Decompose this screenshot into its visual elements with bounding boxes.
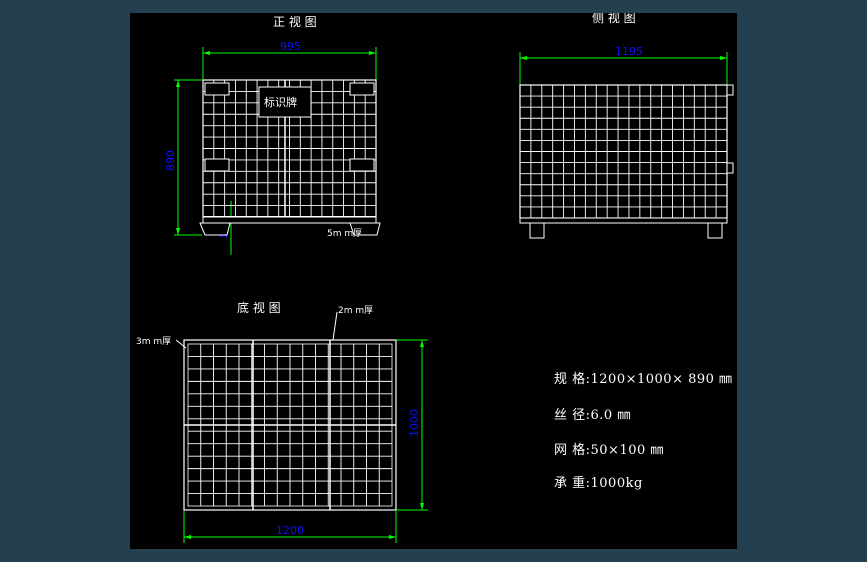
front-view-title: 正 视 图 [273, 14, 317, 29]
front-thickness-note: 5m m厚 [327, 228, 362, 239]
bottom-view-title: 底 视 图 [237, 300, 281, 315]
side-view: 侧 视 图 1195 [519, 10, 734, 239]
bottom-height-dim: 1000 [408, 409, 421, 437]
label-plate-text: 标识牌 [264, 95, 297, 109]
side-width-dim: 1195 [615, 45, 643, 58]
drawing-canvas: 正 视 图 995 890 100 标识牌 5m m厚 [130, 10, 737, 549]
front-width-dim: 995 [280, 40, 301, 53]
bottom-view: 底 视 图 3m m厚 2m m厚 1200 1000 [136, 300, 428, 543]
spec-size: 规 格:1200×1000× 890 ㎜ [554, 372, 733, 387]
bottom-thickness-left: 3m m厚 [136, 336, 171, 347]
spec-load: 承 重:1000kg [554, 476, 643, 491]
side-view-title: 侧 视 图 [592, 13, 636, 25]
front-view: 正 视 图 995 890 100 标识牌 5m m厚 [164, 14, 381, 255]
spec-mesh: 网 格:50×100 ㎜ [554, 443, 664, 458]
bottom-thickness-top: 2m m厚 [338, 305, 373, 316]
front-height-dim: 890 [164, 150, 177, 171]
cad-drawing: 正 视 图 995 890 100 标识牌 5m m厚 [136, 10, 734, 543]
bottom-width-dim: 1200 [276, 524, 304, 537]
spec-wire: 丝 径:6.0 ㎜ [554, 408, 631, 423]
